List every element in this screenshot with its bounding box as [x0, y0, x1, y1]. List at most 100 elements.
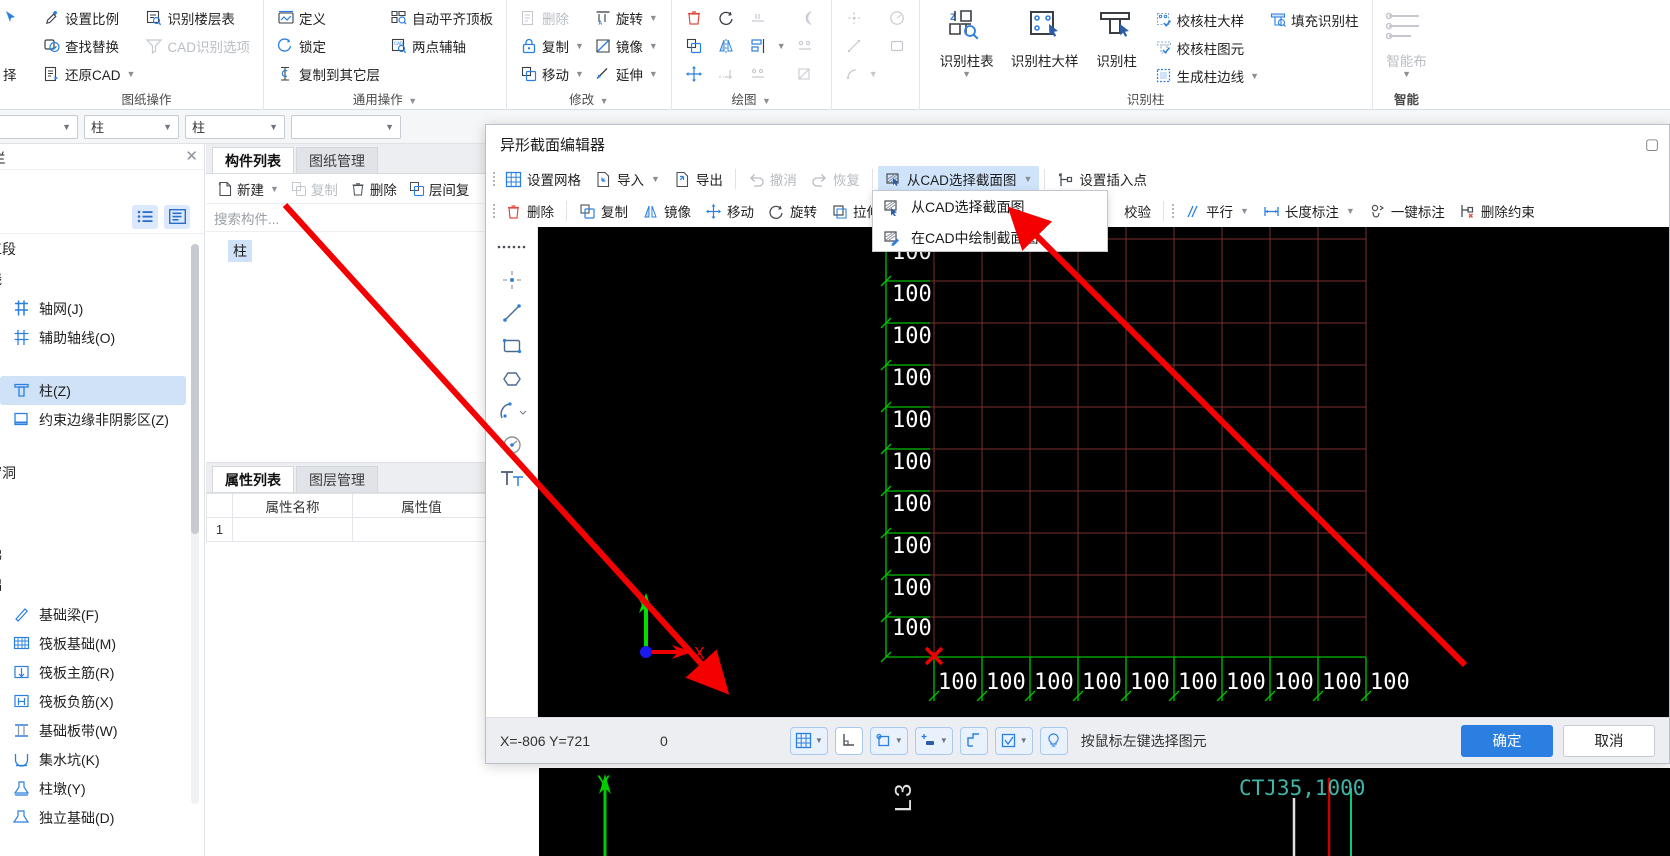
ribbon-item-generate-column-edge[interactable]: 生成柱边线 ▼ — [1150, 62, 1264, 90]
ribbon-item-fill-recognize-column[interactable]: 填充识别柱 — [1264, 6, 1364, 34]
rect-tool-button[interactable] — [495, 330, 529, 361]
set-insert-point-button[interactable]: 设置插入点 — [1050, 166, 1154, 192]
dialog-title-bar[interactable]: 异形截面编辑器 ▢ — [486, 125, 1669, 163]
ribbon-item-align[interactable]: ▼ — [744, 32, 791, 60]
copy-element-button[interactable]: 复制 — [572, 198, 635, 224]
chevron-down-icon[interactable]: ▼ — [270, 184, 279, 194]
toolbar-grip[interactable] — [1169, 200, 1177, 222]
sidebar-item-raft-foundation[interactable]: 筏板基础(M) — [0, 629, 186, 658]
constraint-toggle-button[interactable] — [959, 726, 988, 755]
property-row-value[interactable] — [352, 517, 491, 542]
ribbon-item-mirror[interactable] — [712, 32, 744, 60]
set-grid-button[interactable]: 设置网格 — [498, 166, 588, 192]
chevron-down-icon[interactable]: ▼ — [649, 69, 658, 79]
point-snap-toggle-button[interactable]: ▼ — [914, 726, 953, 755]
verify-button[interactable]: 校验 — [1117, 198, 1158, 224]
ribbon-item-rotate[interactable] — [712, 4, 744, 32]
sidebar-item-constraint-edge[interactable]: 约束边缘非阴影区(Z) — [0, 405, 186, 434]
list-view-button[interactable] — [132, 204, 158, 229]
tab-component-list[interactable]: 构件列表 — [212, 147, 294, 173]
dots-handle[interactable] — [495, 231, 529, 262]
select-section-from-cad-button[interactable]: 从CAD选择截面图 ▼ — [877, 166, 1040, 192]
delete-element-button[interactable]: 删除 — [498, 198, 561, 224]
section-editor-canvas[interactable]: 100 100 100 100 100 100 100 100 100 100 — [538, 227, 1669, 717]
detail-view-button[interactable] — [164, 204, 190, 229]
nav-category-blank-4[interactable] — [0, 514, 204, 540]
chevron-down-icon[interactable]: ▼ — [895, 736, 903, 745]
chevron-down-icon[interactable]: ▼ — [385, 122, 394, 132]
nav-category-blank-2[interactable] — [0, 434, 204, 458]
ribbon-item-batch-select[interactable]: 查找替换 — [38, 32, 140, 60]
delete-constraint-button[interactable]: 删除约束 — [1452, 198, 1542, 224]
chevron-down-icon[interactable]: ▼ — [940, 736, 948, 745]
new-component-button[interactable]: 新建 ▼ — [212, 179, 284, 199]
ortho-toggle-button[interactable] — [834, 726, 863, 755]
property-row-name[interactable] — [232, 517, 353, 542]
chevron-down-icon[interactable]: ▼ — [600, 96, 609, 106]
chevron-down-icon[interactable]: ▼ — [1020, 736, 1028, 745]
sidebar-item-raft-main-rebar[interactable]: 筏板主筋(R) — [0, 658, 186, 687]
ribbon-item-move[interactable] — [680, 60, 712, 88]
chevron-down-icon[interactable]: ▼ — [815, 736, 823, 745]
circle-tool-button[interactable] — [495, 429, 529, 460]
maximize-icon[interactable]: ▢ — [1645, 135, 1659, 153]
import-button[interactable]: 导入 ▼ — [588, 166, 667, 192]
ribbon-item-recognize-floor-table[interactable]: 自动平齐顶板 — [385, 4, 498, 32]
chevron-down-icon[interactable]: ▼ — [777, 41, 786, 51]
ribbon-item-cut-2[interactable] — [2, 32, 22, 60]
chevron-down-icon[interactable]: ▼ — [762, 96, 771, 106]
ribbon-item-align-dimension[interactable]: 延伸 ▼ — [589, 60, 663, 88]
text-tool-button[interactable] — [495, 462, 529, 493]
sidebar-item-foundation-band[interactable]: 基础板带(W) — [0, 716, 186, 745]
point-tool-button[interactable] — [495, 264, 529, 295]
cancel-button[interactable]: 取消 — [1563, 724, 1655, 757]
ribbon-item-check-column-detail[interactable]: 校核柱大样 — [1150, 6, 1264, 34]
chevron-down-icon[interactable]: ▼ — [1023, 174, 1032, 184]
ribbon-item-delete[interactable] — [680, 4, 712, 32]
menu-item-draw-section-in-cad[interactable]: 在CAD中绘制截面图 — [873, 222, 1107, 253]
nav-category-construction-section[interactable]: 工段 — [0, 234, 204, 264]
chevron-down-icon[interactable]: ▼ — [1346, 206, 1355, 216]
ribbon-item-cad-recognize-option[interactable]: CAD 两点辅轴 — [385, 32, 498, 60]
tab-drawing-management[interactable]: 图纸管理 — [296, 147, 378, 173]
one-key-dimension-button[interactable]: 一键标注 — [1362, 198, 1452, 224]
chevron-down-icon[interactable]: ▼ — [408, 96, 417, 106]
table-row[interactable]: 1 — [206, 517, 491, 542]
nav-category-blank-3[interactable] — [0, 488, 204, 514]
ok-button[interactable]: 确定 — [1461, 724, 1553, 757]
ribbon-item-find-replace[interactable]: 锁定 — [272, 32, 385, 60]
ribbon-item-set-scale[interactable]: 定义 — [272, 4, 385, 32]
main-canvas-viewport[interactable]: Y L3 CTJ35,1000 — [539, 768, 1670, 856]
tab-layer-management[interactable]: 图层管理 — [296, 466, 378, 492]
ribbon-item-select-by-property[interactable]: 还原CAD ▼ — [38, 60, 140, 88]
sidebar-item-column-pier[interactable]: 柱墩(Y) — [0, 774, 186, 803]
chevron-down-icon[interactable]: ▼ — [649, 13, 658, 23]
ribbon-item-copy-to-other-floor[interactable]: 移动 ▼ — [515, 60, 589, 88]
chevron-down-icon[interactable]: ▼ — [1250, 71, 1259, 81]
nav-category-foundation[interactable]: 础 — [0, 570, 204, 600]
delete-component-button[interactable]: 删除 — [345, 179, 402, 199]
ribbon-item-two-point-aux-axis[interactable]: 镜像 ▼ — [589, 32, 663, 60]
chevron-down-icon[interactable]: ▼ — [269, 122, 278, 132]
ribbon-item-pick-component[interactable]: 设置比例 — [38, 4, 140, 32]
chevron-down-icon[interactable]: ▼ — [575, 69, 584, 79]
interfloor-copy-button[interactable]: 层间复 — [404, 179, 475, 199]
mirror-element-button[interactable]: 镜像 — [635, 198, 698, 224]
chevron-down-icon[interactable]: ▼ — [962, 70, 971, 79]
sidebar-item-aux-axis[interactable]: 辅助轴线(O) — [0, 323, 186, 352]
chevron-down-icon[interactable]: ▼ — [649, 41, 658, 51]
navigation-scrollbar[interactable] — [191, 244, 199, 804]
sidebar-item-independent-foundation[interactable]: 独立基础(D) — [0, 803, 186, 832]
osnap-toggle-button[interactable]: ▼ — [869, 726, 908, 755]
toolbar-grip[interactable] — [490, 200, 498, 222]
hint-toggle-button[interactable] — [1039, 726, 1068, 755]
toolbar-grip[interactable] — [490, 168, 498, 190]
combo-category[interactable]: 柱 ▼ — [84, 114, 179, 139]
sidebar-item-raft-negative-rebar[interactable]: 筏板负筋(X) — [0, 687, 186, 716]
chevron-down-icon[interactable]: ▼ — [1240, 206, 1249, 216]
ribbon-item-check-column-element[interactable]: 校核柱图元 — [1150, 34, 1264, 62]
ribbon-item-cut-1[interactable] — [2, 4, 22, 32]
scrollbar-thumb[interactable] — [191, 244, 199, 534]
length-dimension-button[interactable]: 长度标注 ▼ — [1256, 198, 1362, 224]
rotate-element-button[interactable]: 旋转 — [761, 198, 824, 224]
